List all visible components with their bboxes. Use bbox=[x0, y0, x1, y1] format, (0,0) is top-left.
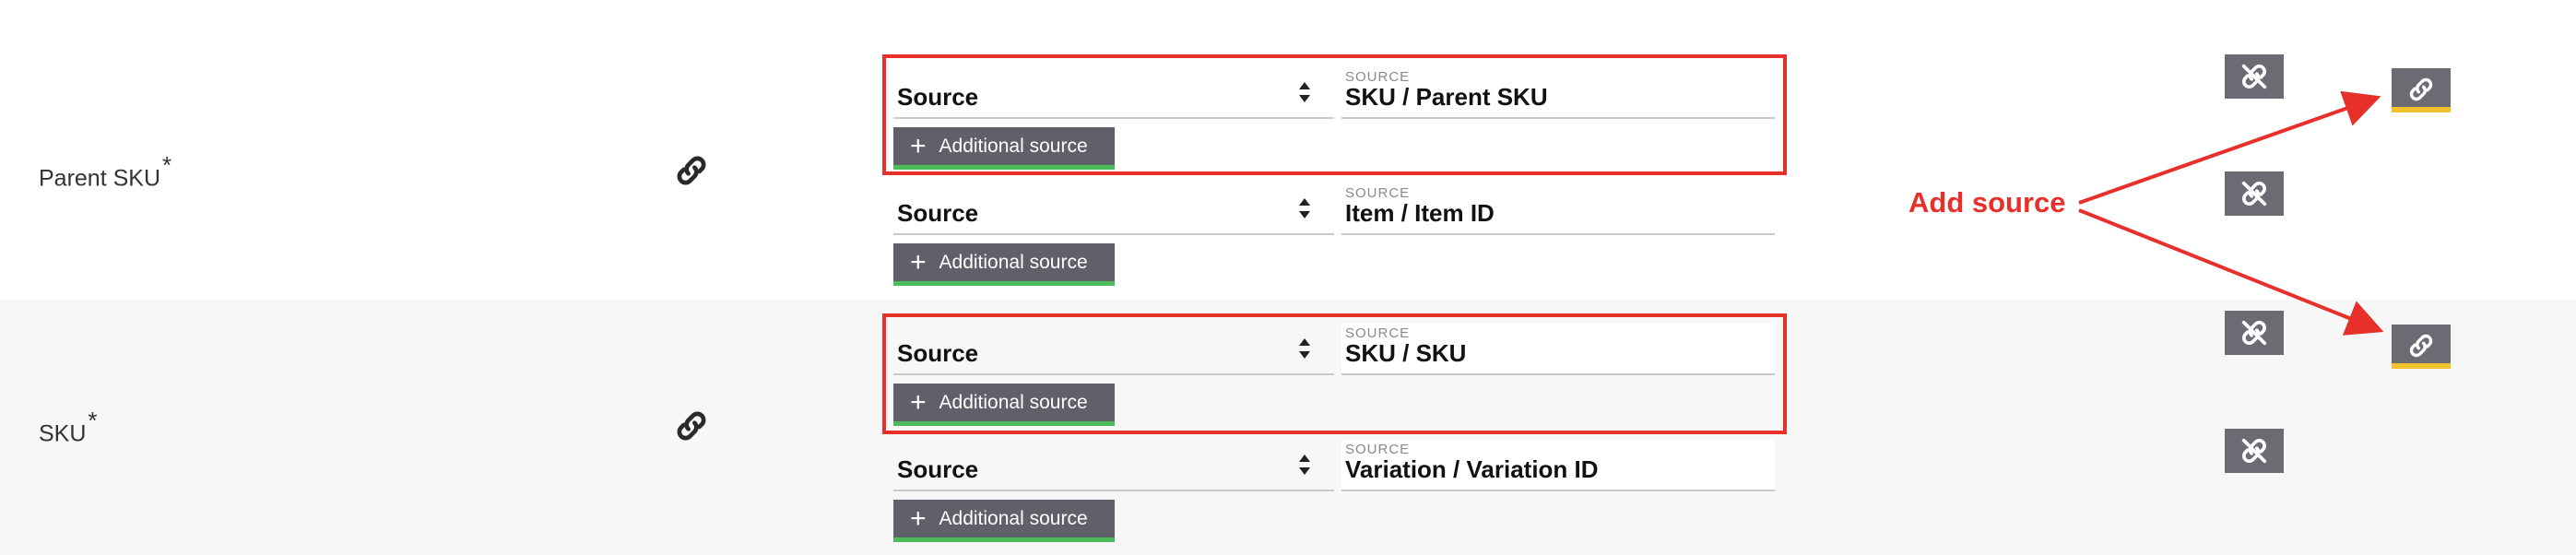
annotation-arrows bbox=[2078, 90, 2384, 336]
annotation-label: Add source bbox=[1908, 186, 2066, 218]
